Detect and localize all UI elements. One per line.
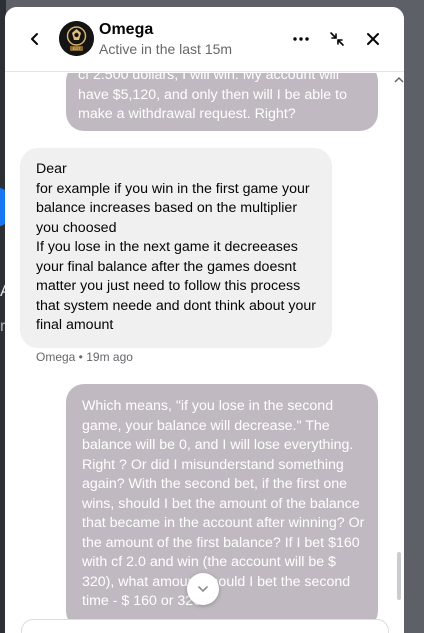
chevron-down-icon — [198, 586, 208, 593]
close-icon — [367, 33, 379, 45]
chat-window: EST Omega Active in the last 15m cf 2.50… — [5, 7, 404, 633]
message-bubble-outgoing: cf 2.500 dollars, I will win. My account… — [66, 73, 378, 131]
chat-title[interactable]: Omega — [99, 21, 153, 39]
chevron-left-icon — [31, 33, 38, 45]
chat-header: EST Omega Active in the last 15m — [5, 7, 404, 72]
active-status: Active in the last 15m — [99, 41, 233, 57]
message-line: for example if you win in the first game… — [36, 180, 310, 197]
message-line: If you lose in the next game it decreeas… — [36, 239, 298, 255]
message-line: wins, should I bet the amount of the bal… — [82, 495, 360, 512]
message-line: you choosed — [36, 219, 117, 236]
message-line: Which means, "if you lose in the second — [82, 398, 334, 414]
more-horizontal-icon — [293, 37, 309, 41]
scroll-up-arrow[interactable] — [394, 71, 404, 83]
message-bubble-incoming: Dear for example if you win in the first… — [20, 148, 332, 348]
message-line: again? With the second bet, if the first… — [82, 476, 347, 492]
minimize-icon — [330, 32, 344, 46]
message-list[interactable]: cf 2.500 dollars, I will win. My account… — [5, 73, 404, 633]
close-button[interactable] — [361, 27, 385, 51]
message-line: Right ? Or did I misunderstand something — [82, 456, 344, 473]
scroll-to-bottom-button[interactable] — [187, 573, 219, 605]
message-line: with cf 2.0 and win (the account will be… — [82, 554, 336, 570]
avatar-text: EST — [73, 46, 81, 51]
message-composer[interactable] — [21, 619, 389, 633]
message-line: Dear — [36, 161, 67, 177]
more-options-button[interactable] — [289, 27, 313, 51]
message-line: matter you just need to follow this proc… — [36, 278, 301, 294]
minimize-button[interactable] — [325, 27, 349, 51]
message-line: time - $ 160 or 320? — [82, 593, 209, 609]
message-line: that system neede and dont think about y… — [36, 297, 316, 314]
message-line: final amount — [36, 317, 114, 333]
chevron-up-icon — [394, 76, 404, 83]
message-meta: Omega • 19m ago — [36, 350, 133, 364]
message-line: make a withdrawal request. Right? — [78, 106, 296, 122]
message-line: cf 2.500 dollars, I will win. My account… — [78, 73, 339, 83]
message-line: have $5,120, and only then will I be abl… — [78, 86, 347, 103]
message-line: that became in the account after winning… — [82, 515, 365, 531]
background-page-right — [404, 0, 424, 633]
avatar[interactable]: EST — [59, 21, 94, 56]
message-line: balance increases based on the multiplie… — [36, 200, 298, 216]
message-line: 320), what amount should I bet the secon… — [82, 573, 351, 590]
message-line: game, your balance will decrease." The — [82, 417, 330, 434]
scrollbar-thumb[interactable] — [397, 552, 401, 600]
message-line: your final balance after the games doesn… — [36, 258, 297, 275]
message-bubble-outgoing: Which means, "if you lose in the second … — [66, 384, 378, 629]
avatar-logo-icon: EST — [59, 21, 94, 56]
back-button[interactable] — [24, 28, 46, 50]
message-line: the amount of the first balance? If I be… — [82, 534, 360, 551]
message-line: balance will be 0, and I will lose every… — [82, 437, 354, 453]
